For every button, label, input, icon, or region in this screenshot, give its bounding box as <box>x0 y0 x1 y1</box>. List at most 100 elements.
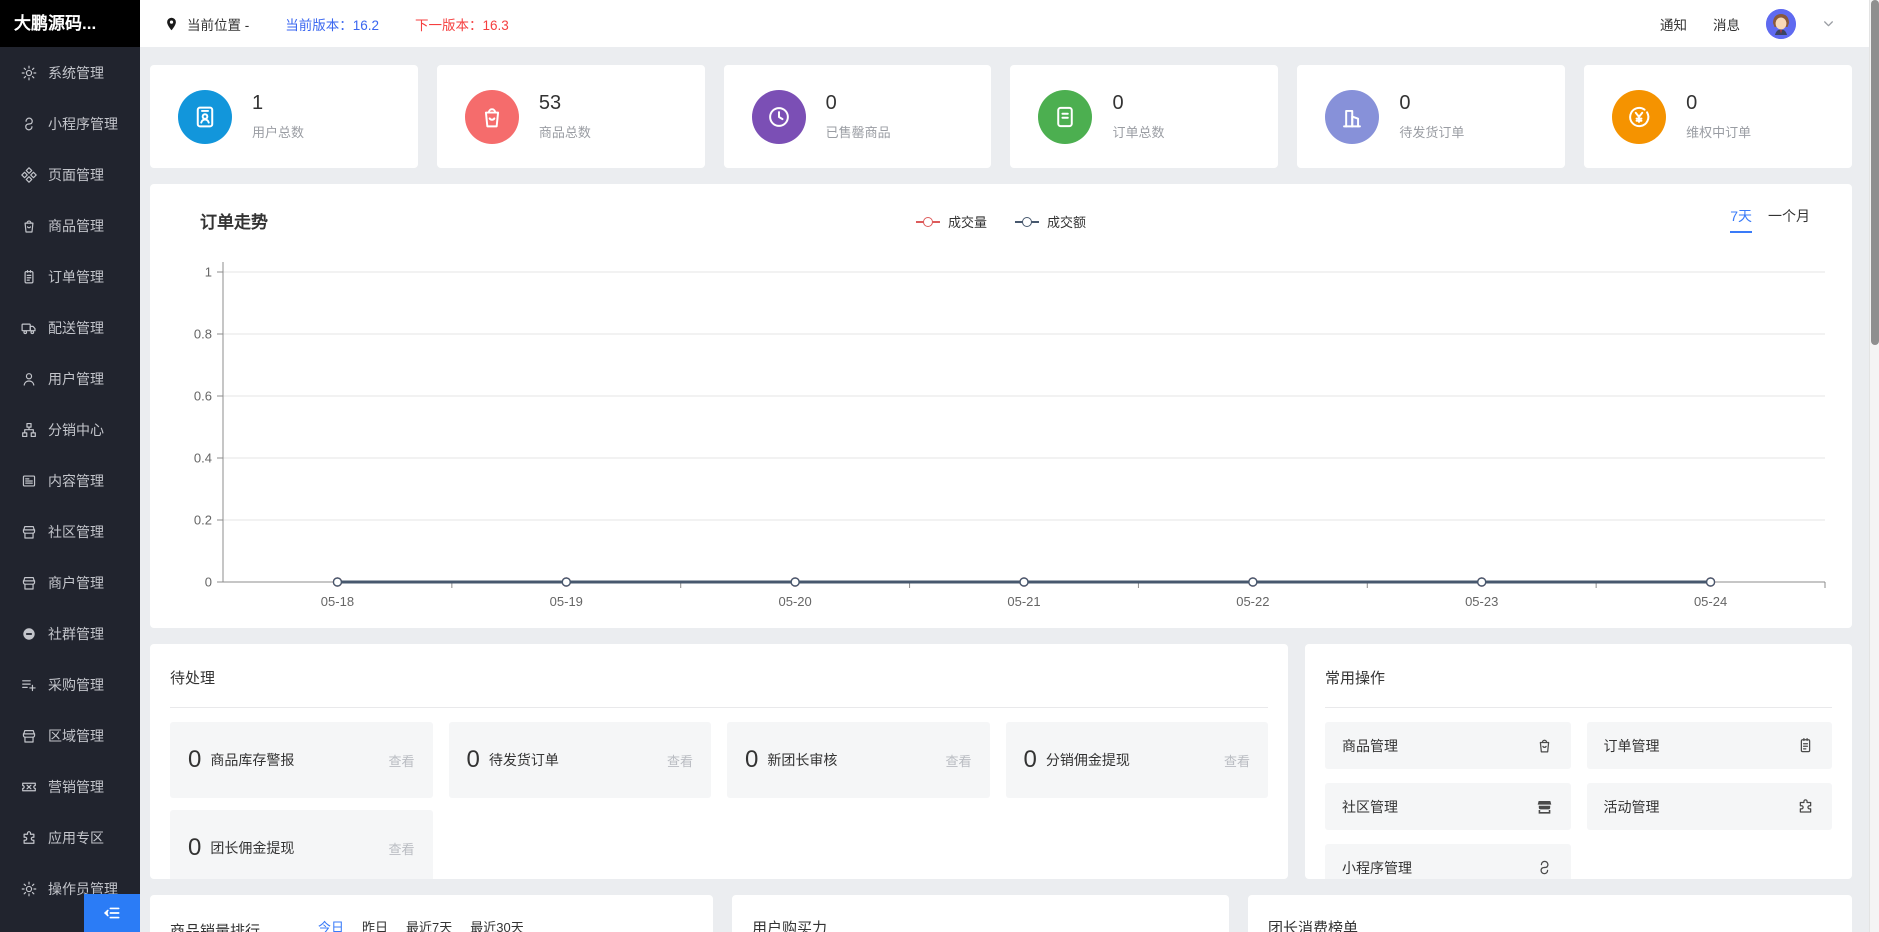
tab-last-7-days[interactable]: 最近7天 <box>406 917 452 932</box>
view-link[interactable]: 查看 <box>388 751 414 770</box>
sidebar-item-group[interactable]: 社群管理 <box>0 608 140 659</box>
yen-circle-icon <box>1612 90 1666 144</box>
view-link[interactable]: 查看 <box>388 839 414 858</box>
sidebar-item-miniprogram[interactable]: 小程序管理 <box>0 98 140 149</box>
pending-tile-leader-withdraw: 0 团长佣金提现 查看 <box>170 810 433 879</box>
clipboard-icon <box>20 268 38 286</box>
sidebar-item-label: 社区管理 <box>48 522 104 542</box>
order-trend-chart: 00.20.40.60.8105-1805-1905-2005-2105-220… <box>165 256 1837 608</box>
stat-label: 用户总数 <box>252 122 304 141</box>
quick-action-miniprogram[interactable]: 小程序管理 <box>1325 844 1571 879</box>
sidebar-item-merchant[interactable]: 商户管理 <box>0 557 140 608</box>
sidebar-item-apps[interactable]: 应用专区 <box>0 812 140 863</box>
view-link[interactable]: 查看 <box>1224 751 1250 770</box>
view-link[interactable]: 查看 <box>945 751 971 770</box>
document-icon <box>20 472 38 490</box>
message-link[interactable]: 消息 <box>1713 14 1740 34</box>
sidebar-item-community[interactable]: 社区管理 <box>0 506 140 557</box>
miniprogram-icon <box>20 115 38 133</box>
scrollbar-thumb[interactable] <box>1871 0 1879 345</box>
sidebar-item-distribution[interactable]: 分销中心 <box>0 404 140 455</box>
legend-amount[interactable]: 成交额 <box>1015 212 1086 231</box>
sidebar-item-region[interactable]: 区域管理 <box>0 710 140 761</box>
sidebar-collapse-button[interactable] <box>84 894 140 932</box>
tab-last-30-days[interactable]: 最近30天 <box>470 917 523 932</box>
legend-volume[interactable]: 成交量 <box>916 212 987 231</box>
tab-7-days[interactable]: 7天 <box>1730 206 1752 233</box>
sales-rank-tabs: 今日 昨日 最近7天 最近30天 <box>318 917 524 932</box>
sidebar-item-users[interactable]: 用户管理 <box>0 353 140 404</box>
chart-legend: 成交量 成交额 <box>916 212 1086 231</box>
sidebar-item-label: 内容管理 <box>48 471 104 491</box>
quick-action-label: 小程序管理 <box>1342 858 1412 878</box>
stat-label: 待发货订单 <box>1399 122 1464 141</box>
card-title: 商品销量排行 <box>170 920 260 932</box>
tab-one-month[interactable]: 一个月 <box>1768 206 1810 233</box>
breadcrumb: 当前位置 - <box>187 14 249 34</box>
quick-actions-panel: 常用操作 商品管理 订单管理 社区管理 活动管理 <box>1305 644 1852 879</box>
circle-minus-icon <box>20 625 38 643</box>
pending-panel: 待处理 0 商品库存警报 查看 0 待发货订单 查看 0 新团长审核 查看 <box>150 644 1288 879</box>
stat-value: 0 <box>1686 92 1751 115</box>
buying-power-card: 用户购买力 <box>732 895 1229 932</box>
gear-icon <box>20 64 38 82</box>
sidebar-item-pages[interactable]: 页面管理 <box>0 149 140 200</box>
sidebar-item-label: 订单管理 <box>48 267 104 287</box>
panel-title: 常用操作 <box>1325 644 1832 688</box>
stats-row: 1用户总数 53商品总数 0已售罄商品 0订单总数 0待发货订单 <box>150 65 1852 168</box>
svg-text:1: 1 <box>205 265 212 280</box>
stat-value: 0 <box>1112 92 1164 115</box>
pending-label: 商品库存警报 <box>210 750 294 770</box>
order-trend-card: 订单走势 成交量 成交额 7天 一个月 00.20.40.60.8105-180… <box>150 184 1852 628</box>
view-link[interactable]: 查看 <box>667 751 693 770</box>
stat-value: 53 <box>539 92 591 115</box>
user-icon <box>20 370 38 388</box>
quick-action-label: 商品管理 <box>1342 736 1398 756</box>
stat-value: 1 <box>252 92 304 115</box>
stat-label: 商品总数 <box>539 122 591 141</box>
pending-count: 0 <box>745 746 758 774</box>
pending-label: 新团长审核 <box>767 750 837 770</box>
quick-action-goods[interactable]: 商品管理 <box>1325 722 1571 769</box>
current-version: 当前版本：16.2 <box>285 14 379 34</box>
building-icon <box>1325 90 1379 144</box>
sidebar-item-label: 采购管理 <box>48 675 104 695</box>
sidebar-item-goods[interactable]: 商品管理 <box>0 200 140 251</box>
avatar-image <box>1766 9 1796 39</box>
location-pin-icon <box>164 15 179 33</box>
leader-rank-card: 团长消费榜单 <box>1248 895 1852 932</box>
sidebar-item-content[interactable]: 内容管理 <box>0 455 140 506</box>
miniprogram-icon <box>1535 858 1554 877</box>
quick-action-activity[interactable]: 活动管理 <box>1587 783 1833 830</box>
main-content: 1用户总数 53商品总数 0已售罄商品 0订单总数 0待发货订单 <box>140 47 1869 932</box>
puzzle-icon <box>20 829 38 847</box>
chevron-down-icon[interactable] <box>1822 17 1835 30</box>
quick-action-community[interactable]: 社区管理 <box>1325 783 1571 830</box>
sidebar-item-marketing[interactable]: 营销管理 <box>0 761 140 812</box>
store-icon <box>20 727 38 745</box>
puzzle-icon <box>1796 797 1815 816</box>
divider <box>1325 707 1832 708</box>
gear-icon <box>20 880 38 898</box>
sidebar-item-delivery[interactable]: 配送管理 <box>0 302 140 353</box>
sidebar-item-purchase[interactable]: 采购管理 <box>0 659 140 710</box>
tab-yesterday[interactable]: 昨日 <box>362 917 388 932</box>
pending-tile-commission-withdraw: 0 分销佣金提现 查看 <box>1006 722 1269 798</box>
svg-text:0: 0 <box>205 575 212 590</box>
sidebar-item-system[interactable]: 系统管理 <box>0 47 140 98</box>
store-icon <box>20 574 38 592</box>
svg-text:0.6: 0.6 <box>194 389 212 404</box>
quick-action-label: 订单管理 <box>1604 736 1660 756</box>
page-scrollbar[interactable] <box>1869 0 1879 932</box>
sidebar-item-orders[interactable]: 订单管理 <box>0 251 140 302</box>
sidebar-item-label: 配送管理 <box>48 318 104 338</box>
sidebar-item-label: 营销管理 <box>48 777 104 797</box>
notice-link[interactable]: 通知 <box>1660 14 1687 34</box>
pending-count: 0 <box>188 746 201 774</box>
id-card-icon <box>178 90 232 144</box>
tab-today[interactable]: 今日 <box>318 917 344 932</box>
panel-title: 待处理 <box>170 644 1268 688</box>
quick-action-orders[interactable]: 订单管理 <box>1587 722 1833 769</box>
pending-label: 分销佣金提现 <box>1046 750 1130 770</box>
avatar[interactable] <box>1766 9 1796 39</box>
